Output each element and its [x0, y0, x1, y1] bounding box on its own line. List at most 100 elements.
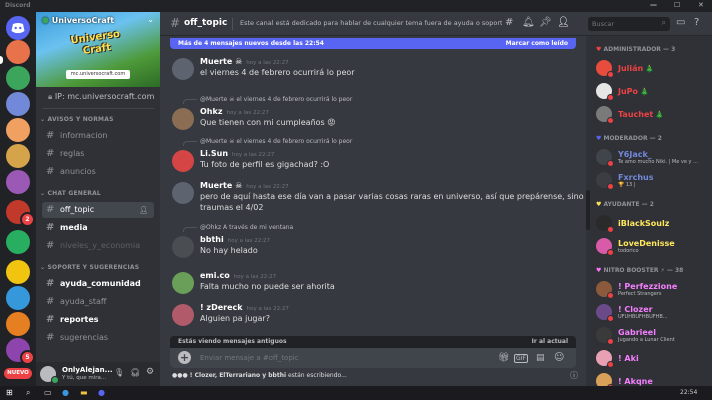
member-item[interactable]: ! Akqne: [596, 371, 708, 386]
help-icon[interactable]: ?: [694, 17, 699, 28]
server-icon[interactable]: [6, 92, 30, 116]
user-status-text: Y tú, que mira...: [62, 375, 107, 381]
emoji-icon[interactable]: ☺: [554, 352, 564, 363]
add-attachment-icon[interactable]: +: [178, 351, 191, 364]
discord-taskbar-icon[interactable]: ●: [98, 388, 105, 397]
message-author[interactable]: Muerte ☠ hoy a las 22:27: [200, 57, 289, 66]
sticker-icon[interactable]: ▤: [536, 353, 545, 363]
threads-icon[interactable]: #: [505, 17, 513, 28]
folder-icon[interactable]: ▬: [80, 388, 88, 397]
avatar[interactable]: [172, 272, 194, 294]
maximize-button[interactable]: ☐: [674, 1, 680, 9]
server-icon[interactable]: [6, 118, 30, 142]
message[interactable]: @Muerte ☠ el viernes 4 de febrero ocurri…: [160, 138, 586, 174]
channel-niveles-y-economia[interactable]: # niveles_y_economia: [42, 238, 154, 254]
server-name[interactable]: ⬢ UniversoCraft: [42, 16, 114, 25]
avatar[interactable]: [172, 304, 194, 326]
message[interactable]: emi.co hoy a las 22:27 Falta mucho no pued…: [160, 270, 586, 306]
channel-category[interactable]: ⌄ AVISOS Y NORMAS: [40, 116, 114, 123]
reply-preview[interactable]: @Muerte ☠ el viernes 4 de febrero ocurri…: [200, 96, 352, 103]
member-item[interactable]: iBlackSoulz: [596, 213, 708, 233]
jump-to-present-button[interactable]: Ir al actual: [532, 336, 568, 348]
bell-icon[interactable]: 🔔︎: [522, 17, 535, 28]
member-item[interactable]: Gabrieel Jugando a Lunar Client: [596, 325, 708, 345]
server-icon[interactable]: [6, 230, 30, 254]
inbox-icon[interactable]: ▭: [676, 17, 685, 28]
server-icon[interactable]: [6, 40, 30, 64]
gift-icon[interactable]: 🎁︎: [498, 353, 509, 363]
avatar[interactable]: [172, 58, 194, 80]
channel-ayuda-comunidad[interactable]: # ayuda_comunidad: [42, 276, 154, 292]
member-item[interactable]: JuPo 🎄: [596, 81, 708, 101]
channel-ayuda-staff[interactable]: # ayuda_staff: [42, 294, 154, 310]
channel-category[interactable]: ⌄ SOPORTE Y SUGERENCIAS: [40, 264, 139, 271]
channel-sugerencias[interactable]: # sugerencias: [42, 330, 154, 346]
server-icon[interactable]: [6, 312, 30, 336]
chevron-down-icon[interactable]: ⌄: [147, 15, 154, 24]
server-rail: 2 5 NUEVO: [0, 12, 36, 386]
channel-off-topic[interactable]: # off_topic 👤︎: [42, 202, 154, 218]
channel-reglas[interactable]: # reglas: [42, 146, 154, 162]
server-icon[interactable]: [6, 260, 30, 284]
new-messages-bar[interactable]: Más de 4 mensajes nuevos desde las 22:54…: [170, 38, 576, 49]
task-view-icon[interactable]: ▭: [44, 388, 52, 397]
avatar[interactable]: [172, 182, 194, 204]
gif-icon[interactable]: GIF: [514, 354, 528, 363]
message[interactable]: Muerte ☠ hoy a las 22:27 el viernes 4 de f…: [160, 56, 586, 92]
edge-icon[interactable]: ●: [62, 388, 69, 397]
mark-as-read-button[interactable]: Marcar como leído: [506, 38, 568, 49]
server-icon[interactable]: [6, 66, 30, 90]
server-icon[interactable]: [6, 286, 30, 310]
minimize-button[interactable]: —: [650, 1, 657, 9]
reply-preview[interactable]: @Ohkz A través de mi ventana: [200, 224, 293, 231]
gear-icon[interactable]: ⚙: [146, 367, 154, 377]
member-activity: 🏆 13 |: [618, 182, 636, 188]
member-item[interactable]: ! Clozer UFUHBUFHBUFHB...: [596, 302, 708, 322]
server-banner[interactable]: ⬢ UniversoCraft ⌄ Universo Craft mc.unive…: [36, 12, 160, 87]
message[interactable]: @Ohkz A través de mi ventana bbthi hoy a l…: [160, 224, 586, 260]
channel-reportes[interactable]: # reportes: [42, 312, 154, 328]
message-author[interactable]: Li.Sun hoy a las 22:27: [200, 149, 274, 158]
message-input[interactable]: Enviar mensaje a #off_topic: [200, 354, 299, 362]
avatar[interactable]: [172, 236, 194, 258]
channel-topic[interactable]: Este canal está dedicado para hablar de …: [240, 19, 502, 27]
channel-category[interactable]: ⌄ CHAT GENERAL: [40, 190, 101, 197]
member-item[interactable]: LoveDenisse todorico: [596, 236, 708, 256]
invite-icon[interactable]: 👤︎: [139, 202, 148, 218]
avatar[interactable]: [172, 108, 194, 130]
message[interactable]: Muerte ☠ hoy a las 22:27 pero de aquí hast…: [160, 180, 617, 216]
server-icon[interactable]: [6, 170, 30, 194]
member-item[interactable]: Julián 🎄: [596, 58, 708, 78]
reply-preview[interactable]: @Muerte ☠ el viernes 4 de febrero ocurri…: [200, 138, 352, 145]
message-author[interactable]: emi.co hoy a las 22:27: [200, 271, 276, 280]
close-button[interactable]: ✕: [698, 1, 704, 9]
member-item[interactable]: Fxrchus 🏆 13 |: [596, 170, 708, 190]
message-author[interactable]: Ohkz hoy a las 22:27: [200, 107, 269, 116]
member-item[interactable]: Tauchet 🎄: [596, 104, 708, 124]
headphones-icon[interactable]: 🎧︎: [130, 368, 140, 377]
message-author[interactable]: bbthi hoy a las 22:27: [200, 235, 270, 244]
channel-anuncios[interactable]: # anuncios: [42, 164, 154, 180]
home-button[interactable]: [6, 16, 30, 40]
new-badge[interactable]: NUEVO: [4, 368, 32, 379]
member-item[interactable]: ! Perfezzione Perfect Strangers: [596, 279, 708, 299]
server-icon[interactable]: [6, 144, 30, 168]
message[interactable]: ! zDereck hoy a las 22:27 Alguien pa jugar…: [160, 302, 586, 338]
server-ip-link[interactable]: 🔒︎ IP: mc.universocraft.com: [48, 92, 154, 102]
channel-media[interactable]: # media: [42, 220, 154, 236]
message-author[interactable]: Muerte ☠ hoy a las 22:27: [200, 181, 289, 190]
microphone-icon[interactable]: 🎙︎: [114, 368, 124, 377]
avatar[interactable]: [172, 150, 194, 172]
search-icon[interactable]: ⌕: [26, 388, 30, 398]
pin-icon[interactable]: 📌︎: [539, 17, 552, 28]
hash-icon: #: [46, 148, 55, 159]
windows-start-icon[interactable]: ⊞: [6, 388, 13, 397]
search-input[interactable]: Buscar ⌕: [588, 17, 670, 31]
member-item[interactable]: ! Aki: [596, 348, 708, 368]
message[interactable]: @Muerte ☠ el viernes 4 de febrero ocurri…: [160, 96, 586, 132]
info-icon[interactable]: ⓘ: [570, 370, 578, 381]
channel-informacion[interactable]: # informacion: [42, 128, 154, 144]
member-item[interactable]: Y6Jack_ Te amo mucho Niki. | Me ve y ...: [596, 147, 708, 167]
message-author[interactable]: ! zDereck hoy a las 22:27: [200, 303, 289, 312]
members-icon[interactable]: 👤︎: [557, 17, 570, 28]
